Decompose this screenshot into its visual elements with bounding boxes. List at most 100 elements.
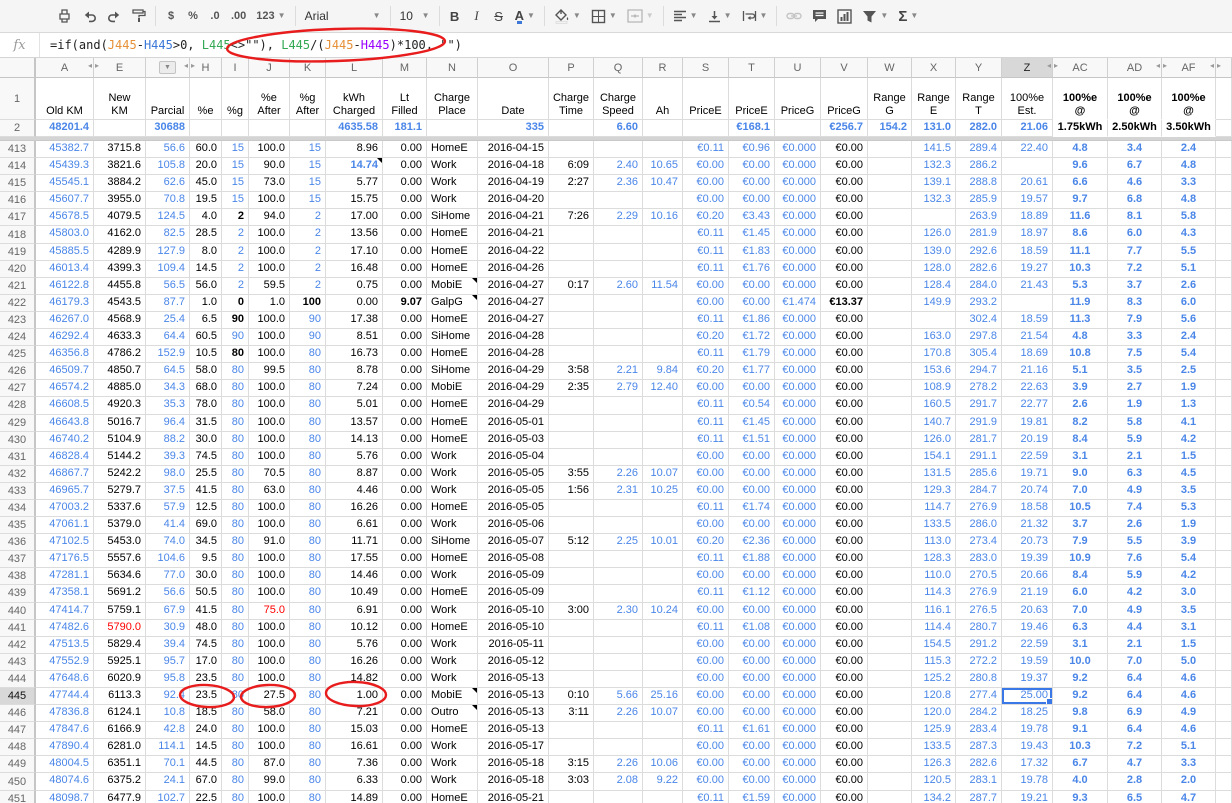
cell-R427[interactable]: 12.40 [643,380,683,397]
cell-S442[interactable]: €0.00 [683,637,729,654]
row-header-418[interactable]: 418 [0,226,36,243]
cell-N432[interactable]: Work [427,466,478,483]
cell-P441[interactable] [549,620,594,637]
cell-O432[interactable]: 2016-05-05 [478,466,549,483]
cell-F416[interactable]: 70.8 [146,192,190,209]
summary-cell-M[interactable]: 181.1 [383,120,427,137]
cell-O426[interactable]: 2016-04-29 [478,363,549,380]
cell-V445[interactable]: €0.00 [821,688,868,705]
cell-Y438[interactable]: 270.5 [956,568,1002,585]
cell-L413[interactable]: 8.96 [326,141,383,158]
row-header-444[interactable]: 444 [0,671,36,688]
cell-T437[interactable]: €1.88 [729,551,775,568]
cell-M418[interactable]: 0.00 [383,226,427,243]
cell-E435[interactable]: 5379.0 [94,517,146,534]
cell-E434[interactable]: 5337.6 [94,500,146,517]
cell-Y439[interactable]: 276.9 [956,585,1002,602]
cell-A424[interactable]: 46292.4 [36,329,94,346]
cell-Q420[interactable] [594,261,643,278]
cell-V431[interactable]: €0.00 [821,449,868,466]
cell-Z419[interactable]: 18.59 [1002,244,1053,261]
cell-R431[interactable] [643,449,683,466]
cell-Z426[interactable]: 21.16 [1002,363,1053,380]
cell-I448[interactable]: 80 [222,739,249,756]
cell-J450[interactable]: 99.0 [249,773,290,790]
cell-M443[interactable]: 0.00 [383,654,427,671]
cell-M428[interactable]: 0.00 [383,397,427,414]
cell-R450[interactable]: 9.22 [643,773,683,790]
cell-E419[interactable]: 4289.9 [94,244,146,261]
cell-X433[interactable]: 129.3 [912,483,956,500]
cell-R414[interactable]: 10.65 [643,158,683,175]
column-header-M[interactable]: Lt Filled [383,78,427,120]
cell-S426[interactable]: €0.20 [683,363,729,380]
cell-V413[interactable]: €0.00 [821,141,868,158]
cell-I424[interactable]: 90 [222,329,249,346]
cell-J451[interactable]: 100.0 [249,791,290,803]
summary-cell-A[interactable]: 48201.4 [36,120,94,137]
cell-X440[interactable]: 116.1 [912,603,956,620]
cell-W416[interactable] [868,192,912,209]
summary-cell-Z[interactable]: 21.06 [1002,120,1053,137]
vertical-align-button[interactable]: ▼ [703,4,737,28]
cell-R443[interactable] [643,654,683,671]
cell-X423[interactable] [912,312,956,329]
cell-F428[interactable]: 35.3 [146,397,190,414]
cell-I439[interactable]: 80 [222,585,249,602]
cell-A418[interactable]: 45803.0 [36,226,94,243]
cell-M424[interactable]: 0.00 [383,329,427,346]
cell-F436[interactable]: 74.0 [146,534,190,551]
cell-E427[interactable]: 4885.0 [94,380,146,397]
cell-Y426[interactable]: 294.7 [956,363,1002,380]
cell-AC435[interactable]: 3.7 [1053,517,1108,534]
cell-J438[interactable]: 100.0 [249,568,290,585]
cell-J437[interactable]: 100.0 [249,551,290,568]
cell-I420[interactable]: 2 [222,261,249,278]
cell-W448[interactable] [868,739,912,756]
cell-U428[interactable]: €0.000 [775,397,821,414]
cell-U418[interactable]: €0.000 [775,226,821,243]
cell-AC420[interactable]: 10.3 [1053,261,1108,278]
hidden-columns-right-icon[interactable]: ▸ [1163,62,1167,70]
cell-X414[interactable]: 132.3 [912,158,956,175]
cell-AC444[interactable]: 9.2 [1053,671,1108,688]
cell-X443[interactable]: 115.3 [912,654,956,671]
cell-Y423[interactable]: 302.4 [956,312,1002,329]
cell-F450[interactable]: 24.1 [146,773,190,790]
cell-Y425[interactable]: 305.4 [956,346,1002,363]
cell-W420[interactable] [868,261,912,278]
cell-A414[interactable]: 45439.3 [36,158,94,175]
cell-M433[interactable]: 0.00 [383,483,427,500]
cell-I416[interactable]: 15 [222,192,249,209]
cell-N413[interactable]: HomeE [427,141,478,158]
cell-R435[interactable] [643,517,683,534]
cell-F437[interactable]: 104.6 [146,551,190,568]
cell-R441[interactable] [643,620,683,637]
bold-button[interactable]: B [444,4,466,28]
cell-V422[interactable]: €13.37 [821,295,868,312]
row-header-417[interactable]: 417 [0,209,36,226]
cell-X441[interactable]: 114.4 [912,620,956,637]
cell-H438[interactable]: 30.0 [190,568,222,585]
cell-I446[interactable]: 80 [222,705,249,722]
cell-AC416[interactable]: 9.7 [1053,192,1108,209]
cell-H419[interactable]: 8.0 [190,244,222,261]
cell-S443[interactable]: €0.00 [683,654,729,671]
column-header-U[interactable]: PriceG [775,78,821,120]
cell-M441[interactable]: 0.00 [383,620,427,637]
cell-X437[interactable]: 128.3 [912,551,956,568]
cell-W418[interactable] [868,226,912,243]
cell-S418[interactable]: €0.11 [683,226,729,243]
cell-O433[interactable]: 2016-05-05 [478,483,549,500]
cell-T428[interactable]: €0.54 [729,397,775,414]
cell-A445[interactable]: 47744.4 [36,688,94,705]
cell-L421[interactable]: 0.75 [326,278,383,295]
cell-L449[interactable]: 7.36 [326,756,383,773]
cell-J425[interactable]: 100.0 [249,346,290,363]
summary-cell-K[interactable] [290,120,326,137]
cell-AF419[interactable]: 5.5 [1162,244,1216,261]
cell-L417[interactable]: 17.00 [326,209,383,226]
cell-J443[interactable]: 100.0 [249,654,290,671]
cell-W415[interactable] [868,175,912,192]
row-header-447[interactable]: 447 [0,722,36,739]
